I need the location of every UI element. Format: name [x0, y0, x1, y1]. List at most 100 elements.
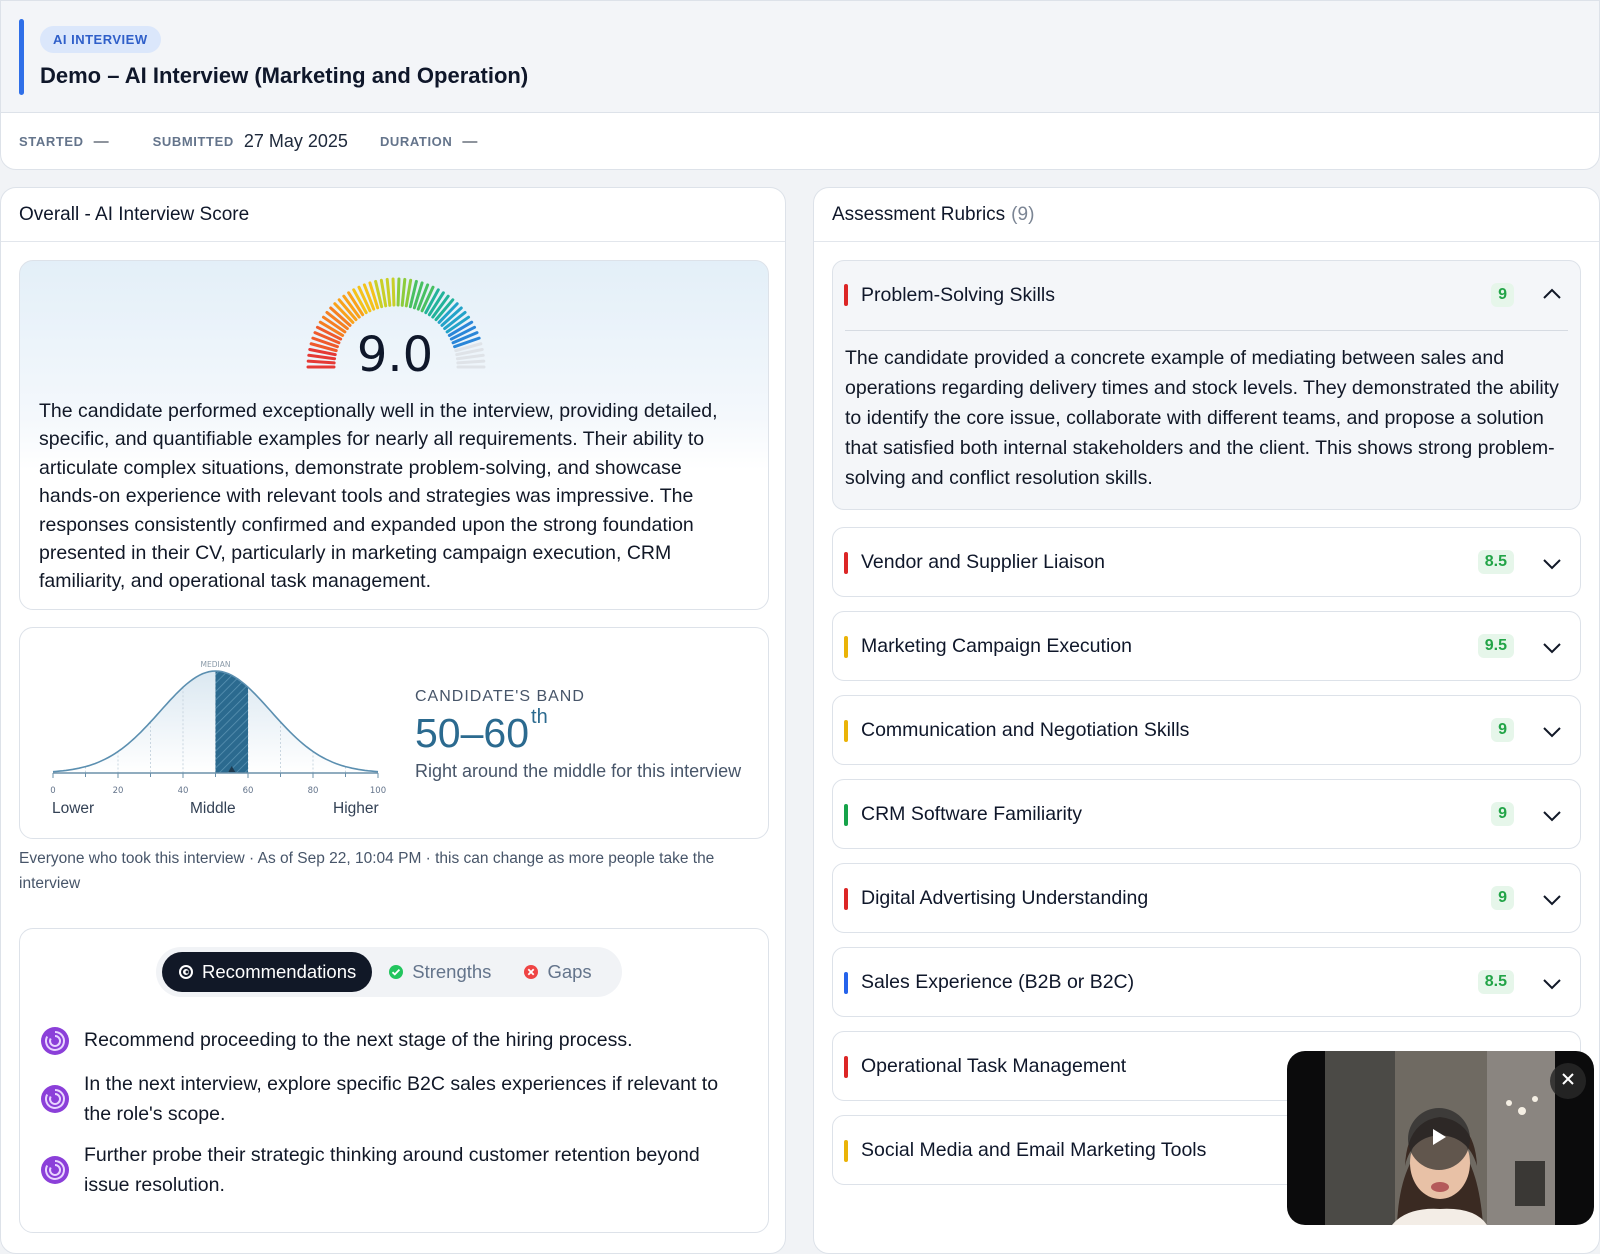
play-icon: [1430, 1127, 1448, 1152]
chevron-up-icon[interactable]: [1542, 287, 1562, 305]
rubric-name: Vendor and Supplier Liaison: [861, 551, 1105, 573]
check-circle-icon: [388, 964, 404, 980]
axis-lower-label: Lower: [52, 800, 95, 817]
chevron-down-icon[interactable]: [1542, 977, 1562, 995]
rubric-digital-advertising[interactable]: Digital Advertising Understanding 9: [832, 863, 1581, 933]
tab-strengths[interactable]: Strengths: [372, 952, 507, 992]
rubric-score: 9: [1491, 283, 1514, 307]
interview-header: AI INTERVIEW Demo – AI Interview (Market…: [0, 0, 1600, 170]
axis-middle-label: Middle: [190, 800, 236, 817]
insights-card: Recommendations Strengths Gaps Recommend…: [19, 928, 769, 1233]
overall-score-value: 9.0: [356, 327, 434, 383]
rubric-name: CRM Software Familiarity: [861, 803, 1083, 825]
score-card: 9.0 The candidate performed exceptionall…: [19, 260, 769, 610]
tick-label: 0: [50, 786, 55, 793]
gauge-tick: [385, 277, 392, 307]
submitted-label: SUBMITTED: [152, 134, 234, 149]
rubrics-count: (9): [1011, 204, 1035, 225]
rubric-score: 9.5: [1477, 634, 1514, 658]
rubrics-title: Assessment Rubrics: [832, 204, 1006, 225]
candidate-band-value: 50–60 th: [415, 706, 548, 757]
chevron-down-icon[interactable]: [1542, 893, 1562, 911]
candidate-band-highlight: [215, 671, 248, 773]
candidate-band-description: Right around the middle for this intervi…: [415, 761, 742, 781]
rubric-explanation: The candidate provided a concrete exampl…: [845, 347, 1559, 489]
rubric-score: 9: [1491, 802, 1514, 826]
rubric-color-bar: [844, 552, 848, 574]
rubric-name: Problem-Solving Skills: [861, 284, 1055, 306]
video-player[interactable]: [1287, 1051, 1594, 1225]
rubric-score: 8.5: [1477, 550, 1514, 574]
recommendation-icon: [40, 1155, 70, 1185]
tick-label: 60: [243, 786, 254, 793]
tick-label: 100: [370, 786, 386, 793]
tab-gaps[interactable]: Gaps: [507, 952, 607, 992]
close-icon: [1561, 1072, 1575, 1091]
x-circle-icon: [523, 964, 539, 980]
gauge-tick: [396, 277, 401, 307]
rubric-color-bar: [844, 284, 848, 306]
list-item: Further probe their strategic thinking a…: [40, 1140, 740, 1200]
rubric-name: Communication and Negotiation Skills: [861, 719, 1190, 741]
band-range: 50–60: [415, 710, 530, 756]
rubric-score: 9: [1491, 886, 1514, 910]
overall-panel-title: Overall - AI Interview Score: [1, 188, 785, 242]
median-label: MEDIAN: [201, 660, 231, 669]
chevron-down-icon[interactable]: [1542, 725, 1562, 743]
percentile-note: Everyone who took this interview · As of…: [19, 850, 715, 892]
header-top: AI INTERVIEW Demo – AI Interview (Market…: [1, 1, 1599, 113]
rubric-crm-software[interactable]: CRM Software Familiarity 9: [832, 779, 1581, 849]
recommendation-text: Recommend proceeding to the next stage o…: [84, 1029, 633, 1051]
rubric-name: Social Media and Email Marketing Tools: [861, 1139, 1207, 1161]
tick-label: 40: [178, 786, 189, 793]
started-label: STARTED: [19, 134, 84, 149]
insight-tabs: Recommendations Strengths Gaps: [156, 947, 622, 997]
rubric-divider: [845, 330, 1568, 331]
percentile-band-card: MEDIAN 0 20 40 60 80 100 Lower Middle Higher …: [19, 627, 769, 839]
gauge-tick: [400, 277, 407, 307]
rubric-sales-experience[interactable]: Sales Experience (B2B or B2C) 8.5: [832, 947, 1581, 1017]
recommendation-text: In the next interview, explore specific …: [84, 1073, 719, 1125]
recommendations-icon: [178, 964, 194, 980]
chevron-down-icon[interactable]: [1542, 809, 1562, 827]
rubrics-panel-title: Assessment Rubrics (9): [814, 188, 1599, 242]
rubric-color-bar: [844, 1140, 848, 1162]
recommendation-icon: [40, 1026, 70, 1056]
distribution-ticks: 0 20 40 60 80 100: [50, 773, 386, 793]
rubric-vendor-supplier[interactable]: Vendor and Supplier Liaison 8.5: [832, 527, 1581, 597]
recommendation-text: Further probe their strategic thinking a…: [84, 1144, 700, 1196]
rubric-marketing-campaign[interactable]: Marketing Campaign Execution 9.5: [832, 611, 1581, 681]
list-item: In the next interview, explore specific …: [40, 1069, 740, 1129]
tick-label: 80: [308, 786, 319, 793]
duration-value: —: [462, 133, 478, 150]
chevron-down-icon[interactable]: [1542, 557, 1562, 575]
tab-gaps-label: Gaps: [547, 961, 592, 982]
close-video-button[interactable]: [1550, 1063, 1586, 1099]
tab-recommendations-label: Recommendations: [202, 961, 357, 982]
tab-recommendations[interactable]: Recommendations: [162, 952, 373, 992]
rubric-color-bar: [844, 804, 848, 826]
axis-higher-label: Higher: [333, 800, 379, 817]
band-suffix: th: [531, 706, 548, 728]
tab-strengths-label: Strengths: [412, 961, 492, 982]
overall-score-panel: Overall - AI Interview Score 9.0 The can…: [0, 187, 786, 1254]
rubric-problem-solving[interactable]: Problem-Solving Skills 9 The candidate p…: [832, 260, 1581, 510]
play-button[interactable]: [1408, 1108, 1470, 1170]
rubric-communication-negotiation[interactable]: Communication and Negotiation Skills 9: [832, 695, 1581, 765]
started-value: —: [93, 133, 109, 150]
candidate-band-label: CANDIDATE'S BAND: [415, 688, 585, 705]
rubric-color-bar: [844, 1056, 848, 1078]
list-item: Recommend proceeding to the next stage o…: [40, 1025, 740, 1056]
tick-label: 20: [113, 786, 124, 793]
recommendation-icon: [40, 1084, 70, 1114]
rubric-color-bar: [844, 636, 848, 658]
rubric-name: Marketing Campaign Execution: [861, 635, 1132, 657]
submitted-value: 27 May 2025: [243, 131, 348, 151]
chevron-down-icon[interactable]: [1542, 641, 1562, 659]
rubric-score: 8.5: [1477, 970, 1514, 994]
rubric-color-bar: [844, 972, 848, 994]
interview-type-badge: AI INTERVIEW: [40, 26, 161, 53]
distribution-chart: MEDIAN 0 20 40 60 80 100: [50, 660, 386, 793]
rubric-color-bar: [844, 720, 848, 742]
gauge-tick: [391, 277, 396, 307]
